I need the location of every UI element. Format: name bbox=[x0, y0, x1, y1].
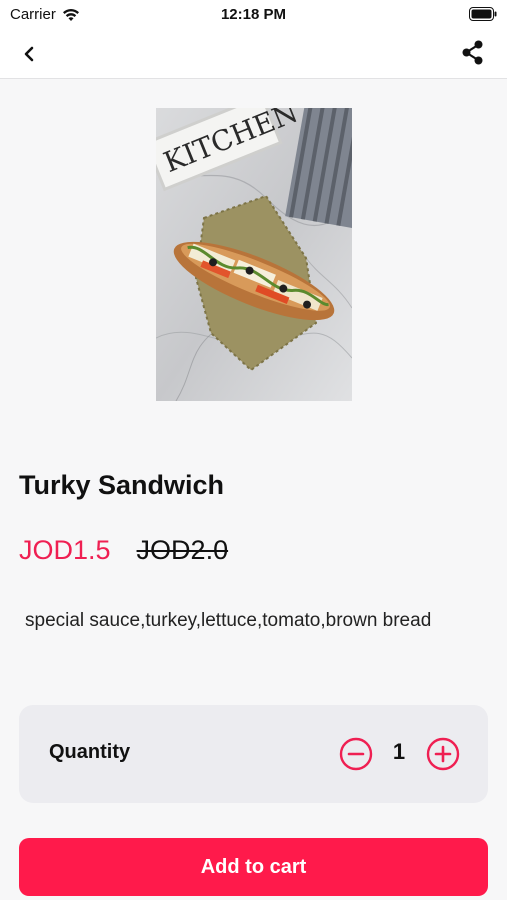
share-button[interactable] bbox=[459, 39, 487, 67]
current-price: JOD1.5 bbox=[19, 535, 111, 565]
status-bar: Carrier 12:18 PM bbox=[0, 0, 507, 30]
product-title: Turky Sandwich bbox=[19, 470, 225, 500]
nav-bar bbox=[0, 30, 507, 79]
minus-circle-icon bbox=[339, 737, 373, 771]
battery-icon bbox=[469, 7, 497, 21]
back-button[interactable] bbox=[16, 42, 44, 66]
product-description: special sauce,turkey,lettuce,tomato,brow… bbox=[25, 610, 432, 631]
quantity-value: 1 bbox=[392, 739, 406, 764]
chevron-left-icon bbox=[24, 46, 34, 62]
decrease-quantity-button[interactable] bbox=[339, 737, 373, 771]
plus-circle-icon bbox=[426, 737, 460, 771]
quantity-label: Quantity bbox=[49, 741, 131, 763]
status-time: 12:18 PM bbox=[220, 6, 287, 23]
price-row: JOD1.5 JOD2.0 bbox=[19, 535, 228, 566]
quantity-card: Quantity 1 bbox=[19, 705, 488, 803]
increase-quantity-button[interactable] bbox=[426, 737, 460, 771]
original-price: JOD2.0 bbox=[136, 535, 229, 565]
share-icon bbox=[462, 40, 483, 65]
sandwich-photo: KITCHEN bbox=[156, 108, 352, 401]
product-image: KITCHEN bbox=[156, 108, 352, 401]
add-to-cart-button[interactable]: Add to cart bbox=[19, 838, 488, 896]
